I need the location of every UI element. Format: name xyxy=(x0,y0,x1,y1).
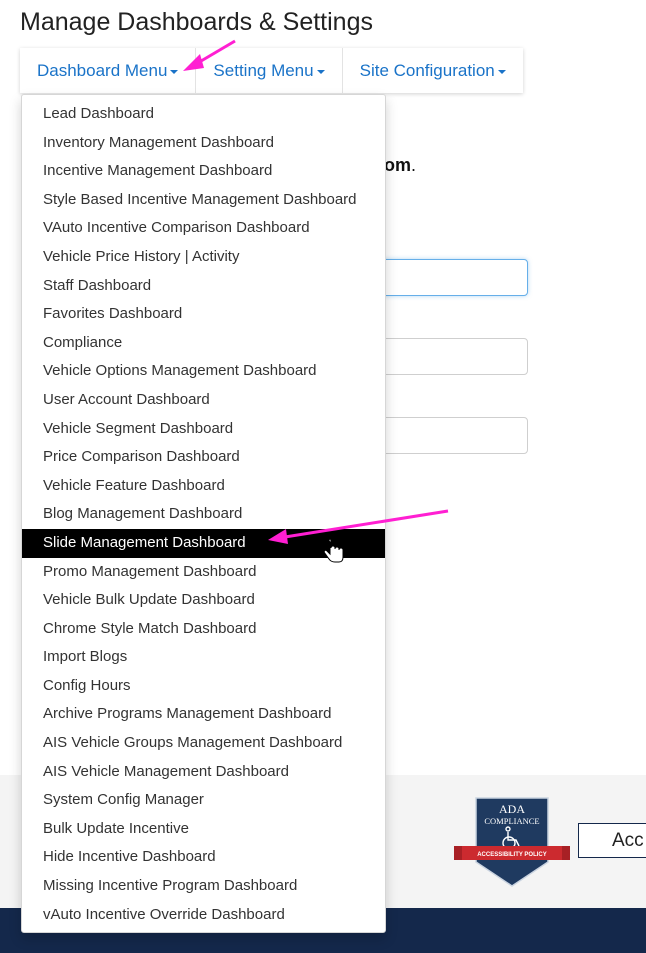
main-nav: Dashboard Menu Setting Menu Site Configu… xyxy=(20,48,523,93)
background-input-3[interactable] xyxy=(370,417,528,454)
dropdown-item[interactable]: Vehicle Options Management Dashboard xyxy=(22,357,385,386)
dropdown-item[interactable]: Favorites Dashboard xyxy=(22,300,385,329)
dropdown-item[interactable]: Config Hours xyxy=(22,672,385,701)
dropdown-item[interactable]: Vehicle Bulk Update Dashboard xyxy=(22,586,385,615)
page-title: Manage Dashboards & Settings xyxy=(20,8,373,36)
dropdown-item[interactable]: AIS Vehicle Management Dashboard xyxy=(22,758,385,787)
tab-dashboard-menu[interactable]: Dashboard Menu xyxy=(20,48,197,93)
dropdown-item[interactable]: Vehicle Segment Dashboard xyxy=(22,415,385,444)
dropdown-item[interactable]: Promo Management Dashboard xyxy=(22,558,385,587)
dropdown-item[interactable]: Lead Dashboard xyxy=(22,100,385,129)
dropdown-item[interactable]: Vehicle Price History | Activity xyxy=(22,243,385,272)
background-input-2[interactable] xyxy=(370,338,528,375)
tab-site-configuration-label: Site Configuration xyxy=(359,60,495,80)
caret-down-icon xyxy=(497,70,506,74)
tab-setting-menu-label: Setting Menu xyxy=(213,60,314,80)
badge-ribbon-text: ACCESSIBILITY POLICY xyxy=(477,852,547,858)
dropdown-item[interactable]: User Account Dashboard xyxy=(22,386,385,415)
dropdown-item[interactable]: Blog Management Dashboard xyxy=(22,500,385,529)
accessibility-button[interactable]: Acc xyxy=(578,823,646,858)
dropdown-item[interactable]: Staff Dashboard xyxy=(22,272,385,301)
dropdown-item[interactable]: vAuto Incentive Override Dashboard xyxy=(22,901,385,930)
background-text: om. xyxy=(384,155,417,175)
dropdown-item[interactable]: Incentive Management Dashboard xyxy=(22,157,385,186)
dropdown-item[interactable]: VAuto Incentive Comparison Dashboard xyxy=(22,214,385,243)
dropdown-item[interactable]: Slide Management Dashboard xyxy=(22,528,385,558)
ada-compliance-badge-icon[interactable]: ADA COMPLIANCE ACCESSIBILITY POLICY xyxy=(452,796,572,888)
tab-setting-menu[interactable]: Setting Menu xyxy=(196,48,343,93)
caret-down-icon xyxy=(316,70,325,74)
dropdown-item[interactable]: Compliance xyxy=(22,329,385,358)
dropdown-item[interactable]: Price Comparison Dashboard xyxy=(22,443,385,472)
dashboard-menu-dropdown: Lead Dashboard Inventory Management Dashb… xyxy=(21,94,386,933)
dropdown-item[interactable]: Chrome Style Match Dashboard xyxy=(22,615,385,644)
background-input-1[interactable] xyxy=(370,259,528,296)
dropdown-item[interactable]: Import Blogs xyxy=(22,643,385,672)
dropdown-item[interactable]: Style Based Incentive Management Dashboa… xyxy=(22,186,385,215)
dropdown-item[interactable]: System Config Manager xyxy=(22,786,385,815)
badge-line1: ADA xyxy=(499,802,525,816)
dropdown-item[interactable]: Inventory Management Dashboard xyxy=(22,129,385,158)
badge-line2: COMPLIANCE xyxy=(484,816,539,826)
dropdown-item[interactable]: AIS Vehicle Groups Management Dashboard xyxy=(22,729,385,758)
dropdown-item[interactable]: Archive Programs Management Dashboard xyxy=(22,700,385,729)
caret-down-icon xyxy=(170,70,179,74)
tab-dashboard-menu-label: Dashboard Menu xyxy=(37,60,168,80)
dropdown-item[interactable]: Missing Incentive Program Dashboard xyxy=(22,872,385,901)
dropdown-item[interactable]: Vehicle Feature Dashboard xyxy=(22,472,385,501)
dropdown-item[interactable]: Bulk Update Incentive xyxy=(22,815,385,844)
dropdown-item[interactable]: Hide Incentive Dashboard xyxy=(22,843,385,872)
tab-site-configuration[interactable]: Site Configuration xyxy=(343,48,523,93)
